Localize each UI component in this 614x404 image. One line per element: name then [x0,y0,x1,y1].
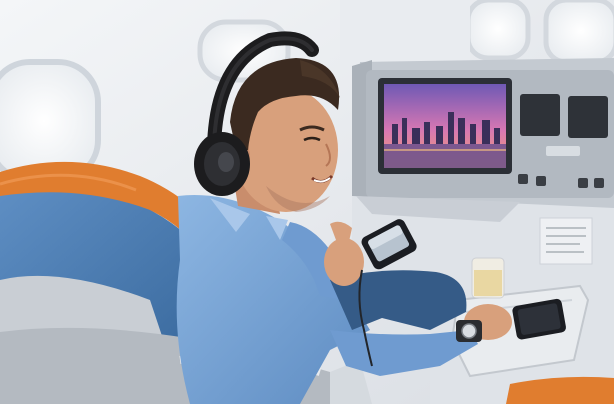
console-button-4 [594,178,604,188]
media-panel-left [520,94,560,136]
cabin-window-left [0,59,101,183]
passenger-hand-right [324,238,364,286]
safety-card [539,217,593,265]
seatback-entertainment-unit [352,58,614,210]
wristwatch-icon [456,320,482,342]
console-button-1 [518,174,528,184]
media-panel-right [568,96,608,138]
console-button-3 [578,178,588,188]
cabin-window-right-2 [543,0,614,65]
console-button-2 [536,176,546,186]
upper-panel [340,0,470,70]
champagne-glass-icon [471,257,505,299]
cabin-window-right-1 [465,0,531,61]
airplane-cabin-photo [0,0,614,404]
